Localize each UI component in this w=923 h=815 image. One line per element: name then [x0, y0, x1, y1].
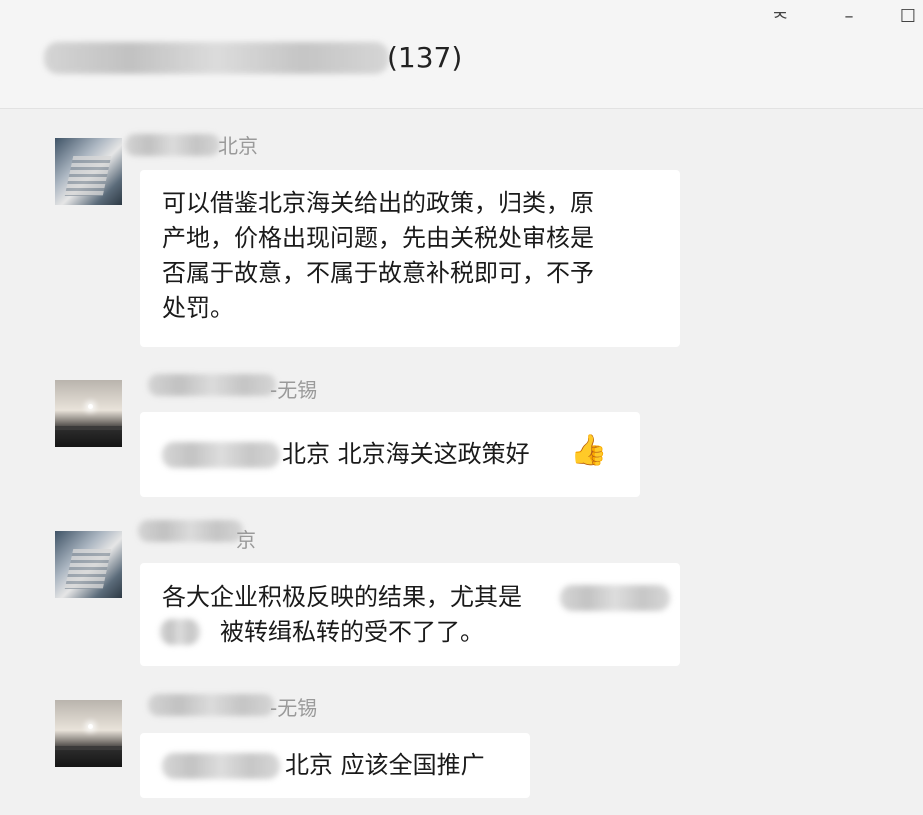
message-text: 北京 北京海关这政策好: [282, 440, 530, 468]
message-line: 可以借鉴北京海关给出的政策，归类，原: [162, 189, 594, 217]
redacted-text: [160, 619, 200, 645]
chat-header: (137) ᅐ – ☐: [0, 0, 923, 109]
pin-icon[interactable]: ᅐ: [768, 6, 792, 32]
redacted-text: [560, 585, 670, 611]
sender-name-suffix: -无锡: [270, 378, 318, 402]
redacted-mention: [162, 753, 280, 779]
member-count: (137): [387, 41, 463, 74]
redacted-sender-name: [138, 520, 243, 542]
thumbs-up-icon: 👍: [570, 433, 608, 468]
sender-avatar[interactable]: [55, 531, 122, 598]
redacted-mention: [162, 442, 280, 468]
sender-avatar[interactable]: [55, 138, 122, 205]
sender-avatar[interactable]: [55, 700, 122, 767]
message-text: 北京 应该全国推广: [285, 751, 485, 779]
sender-avatar[interactable]: [55, 380, 122, 447]
maximize-icon[interactable]: ☐: [896, 6, 920, 27]
redacted-sender-name: [148, 374, 276, 396]
redacted-group-name: [44, 42, 389, 74]
message-line: 否属于故意，不属于故意补税即可，不予: [162, 259, 594, 287]
minimize-icon[interactable]: –: [837, 6, 861, 27]
message-bubble[interactable]: 可以借鉴北京海关给出的政策，归类，原 产地，价格出现问题，先由关税处审核是 否属…: [140, 170, 680, 347]
sender-name-suffix: 京: [236, 528, 256, 552]
message-line: 产地，价格出现问题，先由关税处审核是: [162, 224, 594, 252]
message-bubble[interactable]: 北京 北京海关这政策好 👍: [140, 412, 640, 497]
message-bubble[interactable]: 北京 应该全国推广: [140, 733, 530, 798]
redacted-sender-name: [125, 134, 220, 156]
message-line: 处罚。: [162, 294, 234, 322]
sender-name-suffix: -无锡: [270, 696, 318, 720]
message-line: 被转缉私转的受不了了。: [220, 618, 484, 646]
redacted-sender-name: [148, 694, 274, 716]
message-line: 各大企业积极反映的结果，尤其是: [162, 583, 522, 611]
sender-name-suffix: 北京: [218, 134, 258, 158]
message-bubble[interactable]: 各大企业积极反映的结果，尤其是 被转缉私转的受不了了。: [140, 563, 680, 666]
